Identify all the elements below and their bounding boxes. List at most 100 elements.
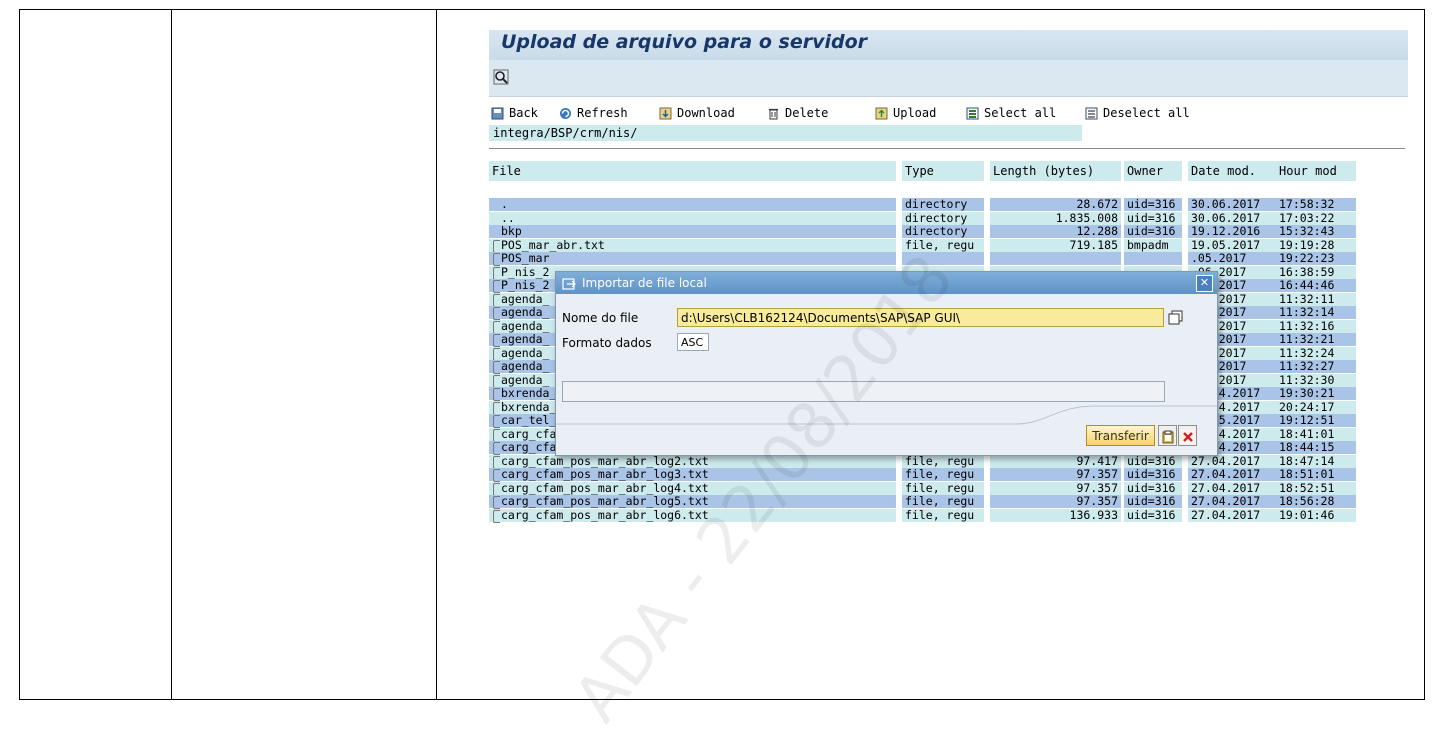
column-header-owner[interactable]: Owner — [1124, 161, 1182, 181]
back-icon — [491, 107, 504, 120]
upload-button[interactable]: Upload — [875, 106, 936, 120]
clipboard-icon — [1161, 429, 1175, 448]
column-header-hour[interactable]: Hour mod — [1276, 161, 1356, 181]
cell-file: . — [489, 198, 896, 211]
row-checkbox[interactable] — [493, 374, 500, 388]
table-row[interactable]: bkp directory 12.288 uid=316 19.12.2016 15:32… — [489, 225, 1356, 238]
cancel-icon — [1181, 429, 1195, 448]
select-all-button[interactable]: Select all — [966, 106, 1056, 120]
cell-owner: uid=316 — [1124, 454, 1182, 468]
refresh-button[interactable]: Refresh — [559, 106, 628, 120]
file-name-label: Nome do file — [562, 311, 639, 325]
table-row[interactable]: POS_mar_abr.txt file, regu 719.185 bmpadm 19… — [489, 238, 1356, 253]
cell-owner: uid=316 — [1124, 508, 1182, 522]
cell-date: 19.12.2016 — [1188, 225, 1276, 238]
cell-date: 30.06.2017 — [1188, 211, 1276, 225]
table-row[interactable]: carg_cfam_pos_mar_abr_log5.txt file, regu… — [489, 495, 1356, 509]
select-all-icon — [966, 107, 979, 120]
row-checkbox[interactable] — [493, 388, 500, 401]
back-button[interactable]: Back — [491, 106, 538, 120]
cell-file: carg_cfam_pos_mar_abr_log3.txt — [489, 468, 896, 481]
cell-hour: 11:32:21 — [1276, 333, 1356, 346]
cell-owner: uid=316 — [1124, 225, 1182, 238]
cell-hour: 19:22:23 — [1276, 252, 1356, 265]
cell-hour: 11:32:14 — [1276, 306, 1356, 319]
download-label: Download — [677, 106, 735, 120]
cell-date: 27.04.2017 — [1188, 468, 1276, 481]
cell-length: 12.288 — [990, 225, 1121, 238]
column-header-length[interactable]: Length (bytes) — [990, 161, 1121, 181]
row-checkbox[interactable] — [493, 320, 500, 334]
row-checkbox[interactable] — [493, 280, 500, 293]
column-header-date[interactable]: Date mod. — [1188, 161, 1276, 181]
dialog-window-icon — [562, 276, 576, 298]
cell-length: 719.185 — [990, 238, 1121, 252]
row-checkbox[interactable] — [493, 442, 500, 455]
cell-owner: uid=316 — [1124, 468, 1182, 481]
row-checkbox[interactable] — [493, 496, 500, 509]
cell-date: 27.04.2017 — [1188, 481, 1276, 495]
row-checkbox[interactable] — [493, 469, 500, 482]
cell-type: file, regu — [902, 508, 984, 522]
deselect-all-label: Deselect all — [1103, 106, 1190, 120]
close-button[interactable]: ✕ — [1196, 275, 1213, 292]
find-icon[interactable] — [493, 69, 509, 89]
row-checkbox[interactable] — [493, 293, 500, 307]
cell-hour: 11:32:24 — [1276, 346, 1356, 360]
cell-hour: 19:30:21 — [1276, 387, 1356, 400]
cell-date: 27.04.2017 — [1188, 508, 1276, 522]
deselect-all-button[interactable]: Deselect all — [1085, 106, 1190, 120]
table-column-divider — [436, 10, 437, 699]
cell-hour: 15:32:43 — [1276, 225, 1356, 238]
cell-hour: 18:51:01 — [1276, 468, 1356, 481]
table-row[interactable]: carg_cfam_pos_mar_abr_log3.txt file, regu… — [489, 468, 1356, 482]
table-row[interactable]: carg_cfam_pos_mar_abr_log2.txt file, regu… — [489, 454, 1356, 469]
cell-type: directory — [902, 211, 984, 225]
cell-type: file, regu — [902, 454, 984, 468]
cell-type: directory — [902, 225, 984, 238]
row-checkbox[interactable] — [493, 307, 500, 320]
cell-hour: 18:41:01 — [1276, 427, 1356, 441]
table-row[interactable]: carg_cfam_pos_mar_abr_log6.txt file, regu… — [489, 508, 1356, 523]
download-icon — [659, 107, 672, 120]
row-checkbox[interactable] — [493, 266, 500, 280]
row-checkbox[interactable] — [493, 509, 500, 523]
refresh-label: Refresh — [577, 106, 628, 120]
row-checkbox[interactable] — [493, 347, 500, 361]
dialog-title: Importar de file local — [582, 276, 707, 290]
row-checkbox[interactable] — [493, 334, 500, 347]
delete-label: Delete — [785, 106, 829, 120]
row-checkbox[interactable] — [493, 361, 500, 374]
row-checkbox[interactable] — [493, 415, 500, 428]
cell-length: 97.417 — [990, 454, 1121, 468]
browse-button[interactable] — [1168, 310, 1184, 326]
row-checkbox[interactable] — [493, 401, 500, 415]
cell-file: .. — [489, 211, 896, 225]
cell-date: 27.04.2017 — [1188, 454, 1276, 468]
row-checkbox[interactable] — [493, 455, 500, 469]
cell-hour: 19:12:51 — [1276, 414, 1356, 427]
cancel-button[interactable] — [1178, 425, 1197, 446]
column-header-type[interactable]: Type — [902, 161, 984, 181]
column-header-file[interactable]: File — [489, 161, 896, 181]
delete-button[interactable]: Delete — [767, 106, 828, 120]
clipboard-button[interactable] — [1158, 425, 1177, 446]
row-checkbox[interactable] — [493, 428, 500, 442]
row-checkbox[interactable] — [493, 253, 500, 266]
transfer-button[interactable]: Transferir — [1086, 425, 1155, 446]
data-format-input[interactable]: ASC — [677, 333, 709, 351]
data-format-label: Formato dados — [562, 336, 652, 350]
cell-owner: bmpadm — [1124, 238, 1182, 252]
table-row[interactable]: .. directory 1.835.008 uid=316 30.06.2017 17:… — [489, 211, 1356, 225]
row-checkbox[interactable] — [493, 239, 500, 253]
upload-label: Upload — [893, 106, 937, 120]
cell-hour: 18:47:14 — [1276, 454, 1356, 468]
table-row[interactable]: carg_cfam_pos_mar_abr_log4.txt file, regu… — [489, 481, 1356, 496]
directory-path: integra/BSP/crm/nis/ — [489, 125, 1082, 141]
cell-hour: 16:44:46 — [1276, 279, 1356, 292]
download-button[interactable]: Download — [659, 106, 735, 120]
cell-hour: 20:24:17 — [1276, 400, 1356, 414]
table-row[interactable]: . directory 28.672 uid=316 30.06.2017 17:58:3… — [489, 198, 1356, 211]
row-checkbox[interactable] — [493, 482, 500, 496]
cell-hour: 19:01:46 — [1276, 508, 1356, 522]
